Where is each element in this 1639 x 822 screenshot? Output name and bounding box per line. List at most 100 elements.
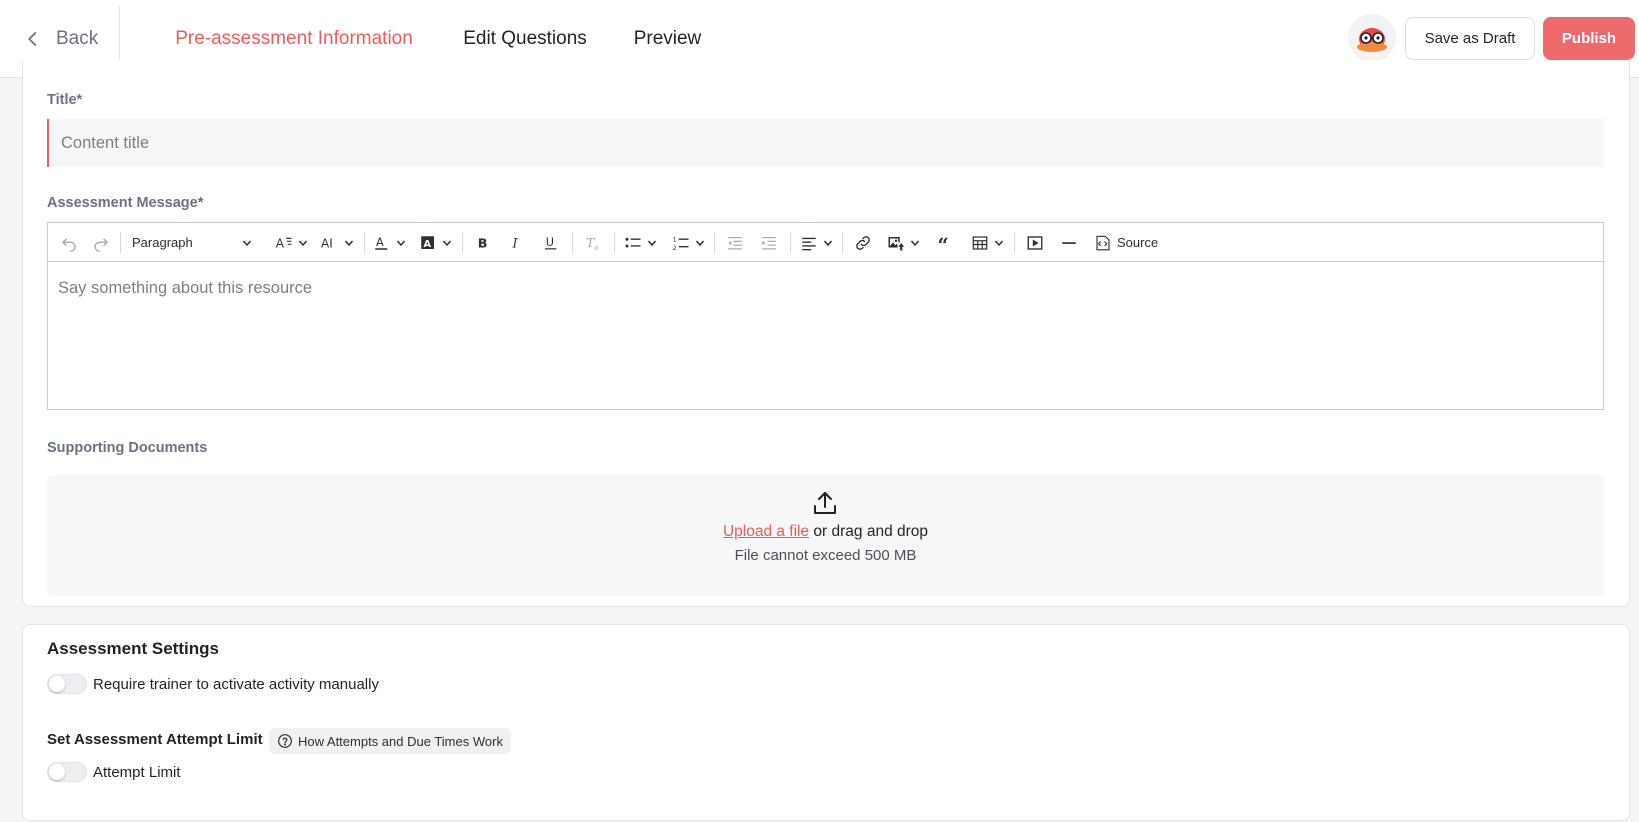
italic-button[interactable]: I bbox=[502, 223, 532, 262]
font-background-icon: A bbox=[420, 235, 434, 249]
blockquote-button[interactable]: “ bbox=[930, 223, 960, 262]
blockquote-icon: “ bbox=[938, 234, 949, 252]
file-dropzone[interactable]: Upload a file or drag and drop File cann… bbox=[47, 475, 1604, 596]
undo-button[interactable] bbox=[56, 223, 82, 262]
undo-icon bbox=[62, 238, 76, 252]
upload-instructions: Upload a file or drag and drop bbox=[47, 523, 1604, 541]
font-size-dropdown[interactable]: A bbox=[272, 223, 310, 262]
attempts-help-link[interactable]: How Attempts and Due Times Work bbox=[269, 728, 511, 754]
insert-image-dropdown[interactable] bbox=[882, 223, 924, 262]
title-label: Title* bbox=[47, 92, 83, 108]
toolbar-separator bbox=[714, 232, 715, 253]
insert-table-dropdown[interactable] bbox=[966, 223, 1008, 262]
source-icon bbox=[1096, 235, 1110, 250]
font-color-dropdown[interactable]: A bbox=[370, 223, 408, 262]
insert-image-icon bbox=[888, 236, 904, 250]
bold-icon: B bbox=[478, 236, 488, 251]
toolbar-separator bbox=[614, 232, 615, 253]
chevron-down-icon bbox=[647, 240, 656, 246]
italic-icon: I bbox=[512, 236, 519, 251]
chevron-left-icon bbox=[28, 32, 37, 46]
chevron-down-icon bbox=[344, 240, 353, 246]
bold-button[interactable]: B bbox=[468, 223, 498, 262]
avatar-character-icon bbox=[1357, 28, 1387, 52]
toolbar-separator bbox=[572, 232, 573, 253]
toolbar-separator bbox=[462, 232, 463, 253]
attempt-limit-section-title: Set Assessment Attempt Limit bbox=[47, 731, 263, 748]
insert-table-icon bbox=[972, 235, 987, 250]
attempts-help-label: How Attempts and Due Times Work bbox=[298, 733, 503, 749]
toolbar-separator bbox=[364, 232, 365, 253]
bulleted-list-icon bbox=[625, 237, 640, 247]
chevron-down-icon bbox=[910, 240, 919, 246]
media-embed-icon bbox=[1027, 235, 1043, 250]
attempt-limit-toggle[interactable] bbox=[47, 762, 87, 782]
supporting-documents-label: Supporting Documents bbox=[47, 440, 208, 456]
toolbar-separator bbox=[120, 232, 121, 253]
svg-text:I: I bbox=[512, 236, 519, 251]
horizontal-line-icon bbox=[1062, 241, 1076, 244]
bulleted-list-dropdown[interactable] bbox=[620, 223, 660, 262]
horizontal-line-button[interactable] bbox=[1054, 223, 1084, 262]
toolbar-separator bbox=[842, 232, 843, 253]
upload-file-link[interactable]: Upload a file bbox=[723, 523, 809, 540]
avatar[interactable] bbox=[1348, 14, 1396, 62]
paragraph-style-label: Paragraph bbox=[132, 235, 193, 250]
numbered-list-dropdown[interactable]: 12 bbox=[668, 223, 708, 262]
toolbar-separator bbox=[1014, 232, 1015, 253]
file-size-limit: File cannot exceed 500 MB bbox=[734, 547, 917, 564]
help-circle-icon bbox=[278, 734, 292, 748]
rich-text-editor: Paragraph A AI A A B I U T x 1 2 “ Sourc… bbox=[47, 222, 1604, 410]
alignment-dropdown[interactable] bbox=[796, 223, 836, 262]
drag-drop-text: or drag and drop bbox=[809, 523, 929, 540]
upload-icon bbox=[814, 492, 836, 514]
chevron-down-icon bbox=[695, 240, 704, 246]
editor-content-area[interactable]: Say something about this resource bbox=[58, 279, 312, 298]
svg-text:A: A bbox=[376, 236, 384, 249]
svg-text:2: 2 bbox=[672, 244, 676, 251]
chevron-down-icon bbox=[823, 240, 832, 246]
redo-icon bbox=[94, 238, 108, 252]
font-background-dropdown[interactable]: A bbox=[416, 223, 454, 262]
svg-text:A: A bbox=[423, 238, 431, 249]
link-icon bbox=[856, 235, 870, 250]
back-label: Back bbox=[56, 28, 99, 49]
font-color-icon: A bbox=[374, 236, 387, 250]
font-family-icon: AI bbox=[321, 236, 333, 250]
align-left-icon bbox=[801, 237, 816, 250]
remove-format-icon: Tx bbox=[586, 235, 599, 251]
chevron-down-icon bbox=[994, 240, 1003, 246]
save-as-draft-button[interactable]: Save as Draft bbox=[1405, 17, 1535, 60]
svg-text:A: A bbox=[275, 236, 284, 250]
editor-toolbar: Paragraph A AI A A B I U T x 1 2 “ Sourc… bbox=[48, 223, 1603, 262]
svg-text:x: x bbox=[595, 243, 599, 251]
svg-text:U: U bbox=[546, 236, 554, 249]
link-button[interactable] bbox=[848, 223, 878, 262]
outdent-button[interactable] bbox=[720, 223, 750, 262]
remove-format-button[interactable]: Tx bbox=[578, 223, 608, 262]
assessment-settings-title: Assessment Settings bbox=[47, 639, 219, 658]
source-button[interactable]: Source bbox=[1094, 223, 1170, 262]
svg-text:1: 1 bbox=[672, 236, 676, 243]
redo-button[interactable] bbox=[88, 223, 114, 262]
publish-button[interactable]: Publish bbox=[1543, 17, 1635, 60]
indent-button[interactable] bbox=[754, 223, 784, 262]
back-button[interactable]: Back bbox=[24, 24, 98, 54]
paragraph-style-select[interactable]: Paragraph bbox=[128, 223, 256, 262]
chevron-down-icon bbox=[442, 240, 451, 246]
manual-activation-toggle[interactable] bbox=[47, 674, 87, 694]
title-input[interactable] bbox=[47, 119, 1604, 167]
source-label: Source bbox=[1117, 235, 1159, 250]
chevron-down-icon bbox=[298, 240, 307, 246]
assessment-settings-card bbox=[22, 624, 1630, 821]
font-family-dropdown[interactable]: AI bbox=[318, 223, 356, 262]
underline-icon: U bbox=[545, 236, 557, 249]
underline-button[interactable]: U bbox=[536, 223, 566, 262]
media-embed-button[interactable] bbox=[1020, 223, 1050, 262]
numbered-list-icon: 12 bbox=[672, 236, 688, 251]
manual-activation-label: Require trainer to activate activity man… bbox=[93, 676, 379, 693]
indent-icon bbox=[762, 236, 776, 249]
svg-text:“: “ bbox=[938, 234, 949, 252]
assessment-message-label: Assessment Message* bbox=[47, 195, 204, 211]
outdent-icon bbox=[728, 236, 742, 249]
